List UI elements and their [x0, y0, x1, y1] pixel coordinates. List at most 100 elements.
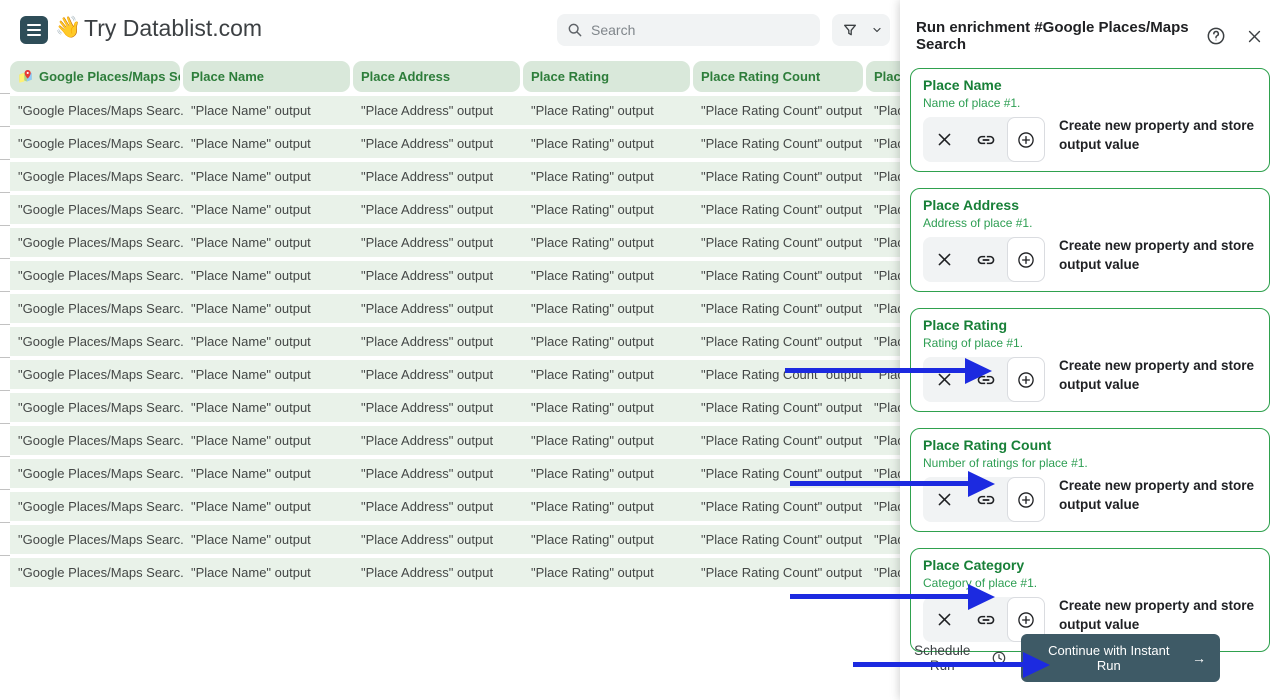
- table-cell[interactable]: "Place: [866, 558, 900, 587]
- column-header-place-rating[interactable]: Place Rating: [523, 61, 690, 92]
- table-cell[interactable]: "Place Rating Count" output: [693, 525, 866, 554]
- table-cell[interactable]: "Place Address" output: [353, 327, 523, 356]
- table-cell[interactable]: "Place Name" output: [183, 558, 353, 587]
- table-cell[interactable]: "Place Name" output: [183, 360, 353, 389]
- table-cell[interactable]: "Place: [866, 393, 900, 422]
- table-cell[interactable]: "Place Rating Count" output: [693, 327, 866, 356]
- table-cell[interactable]: "Google Places/Maps Searc...: [10, 162, 183, 191]
- column-header-place-address[interactable]: Place Address: [353, 61, 520, 92]
- table-cell[interactable]: "Place Rating" output: [523, 261, 693, 290]
- table-cell[interactable]: "Place Rating" output: [523, 558, 693, 587]
- filter-dropdown-button[interactable]: [866, 14, 888, 46]
- table-cell[interactable]: "Place Rating" output: [523, 393, 693, 422]
- table-cell[interactable]: "Google Places/Maps Searc...: [10, 294, 183, 323]
- table-cell[interactable]: "Place Name" output: [183, 426, 353, 455]
- table-cell[interactable]: "Place: [866, 492, 900, 521]
- table-cell[interactable]: "Place Rating Count" output: [693, 558, 866, 587]
- table-cell[interactable]: "Google Places/Maps Searc...: [10, 129, 183, 158]
- table-cell[interactable]: "Place Name" output: [183, 327, 353, 356]
- table-cell[interactable]: "Place Address" output: [353, 360, 523, 389]
- table-cell[interactable]: "Google Places/Maps Searc...: [10, 459, 183, 488]
- column-header-place-category[interactable]: Place: [866, 61, 900, 92]
- table-cell[interactable]: "Google Places/Maps Searc...: [10, 426, 183, 455]
- help-button[interactable]: [1206, 26, 1226, 46]
- table-cell[interactable]: "Place Address" output: [353, 162, 523, 191]
- table-cell[interactable]: "Place Name" output: [183, 228, 353, 257]
- create-property-button[interactable]: [1007, 357, 1045, 402]
- table-cell[interactable]: "Place Rating Count" output: [693, 228, 866, 257]
- table-cell[interactable]: "Google Places/Maps Searc...: [10, 525, 183, 554]
- table-cell[interactable]: "Place Address" output: [353, 294, 523, 323]
- map-property-button[interactable]: [965, 237, 1007, 282]
- table-cell[interactable]: "Place Name" output: [183, 525, 353, 554]
- table-cell[interactable]: "Place Address" output: [353, 129, 523, 158]
- table-cell[interactable]: "Place: [866, 129, 900, 158]
- table-cell[interactable]: "Place Address" output: [353, 459, 523, 488]
- search-box[interactable]: [557, 14, 820, 46]
- table-cell[interactable]: "Google Places/Maps Searc...: [10, 393, 183, 422]
- table-cell[interactable]: "Place Address" output: [353, 195, 523, 224]
- table-cell[interactable]: "Place: [866, 195, 900, 224]
- table-cell[interactable]: "Place Rating Count" output: [693, 96, 866, 125]
- table-cell[interactable]: "Google Places/Maps Searc...: [10, 261, 183, 290]
- map-property-button[interactable]: [965, 117, 1007, 162]
- table-cell[interactable]: "Place: [866, 360, 900, 389]
- table-cell[interactable]: "Google Places/Maps Searc...: [10, 228, 183, 257]
- table-cell[interactable]: "Place Rating" output: [523, 294, 693, 323]
- table-cell[interactable]: "Place Name" output: [183, 261, 353, 290]
- table-cell[interactable]: "Place Rating Count" output: [693, 426, 866, 455]
- table-cell[interactable]: "Place Address" output: [353, 261, 523, 290]
- close-panel-button[interactable]: [1246, 28, 1263, 45]
- table-cell[interactable]: "Place Rating" output: [523, 426, 693, 455]
- table-cell[interactable]: "Place Rating Count" output: [693, 492, 866, 521]
- table-cell[interactable]: "Google Places/Maps Searc...: [10, 360, 183, 389]
- table-cell[interactable]: "Place Rating" output: [523, 459, 693, 488]
- table-cell[interactable]: "Place Name" output: [183, 96, 353, 125]
- table-cell[interactable]: "Place Address" output: [353, 525, 523, 554]
- table-cell[interactable]: "Place Rating" output: [523, 195, 693, 224]
- table-cell[interactable]: "Place: [866, 327, 900, 356]
- table-cell[interactable]: "Place Rating Count" output: [693, 294, 866, 323]
- table-cell[interactable]: "Place Address" output: [353, 558, 523, 587]
- table-cell[interactable]: "Google Places/Maps Searc...: [10, 96, 183, 125]
- table-cell[interactable]: "Place Address" output: [353, 393, 523, 422]
- table-cell[interactable]: "Place Rating" output: [523, 327, 693, 356]
- table-cell[interactable]: "Place: [866, 162, 900, 191]
- table-cell[interactable]: "Place Rating Count" output: [693, 393, 866, 422]
- table-cell[interactable]: "Place Address" output: [353, 228, 523, 257]
- column-header-place-rating-count[interactable]: Place Rating Count: [693, 61, 863, 92]
- table-cell[interactable]: "Place Name" output: [183, 195, 353, 224]
- table-cell[interactable]: "Place Rating" output: [523, 228, 693, 257]
- table-cell[interactable]: "Place Rating" output: [523, 129, 693, 158]
- table-cell[interactable]: "Place Name" output: [183, 129, 353, 158]
- table-cell[interactable]: "Place: [866, 96, 900, 125]
- create-property-button[interactable]: [1007, 477, 1045, 522]
- table-cell[interactable]: "Place: [866, 426, 900, 455]
- column-header-place-name[interactable]: Place Name: [183, 61, 350, 92]
- table-cell[interactable]: "Place Rating Count" output: [693, 261, 866, 290]
- table-cell[interactable]: "Place: [866, 261, 900, 290]
- table-cell[interactable]: "Place Rating" output: [523, 162, 693, 191]
- table-cell[interactable]: "Google Places/Maps Searc...: [10, 558, 183, 587]
- table-cell[interactable]: "Google Places/Maps Searc...: [10, 327, 183, 356]
- menu-button[interactable]: [20, 16, 48, 44]
- table-cell[interactable]: "Place Rating" output: [523, 360, 693, 389]
- table-cell[interactable]: "Place Rating Count" output: [693, 162, 866, 191]
- table-cell[interactable]: "Place Rating" output: [523, 492, 693, 521]
- column-header-enrichment[interactable]: Google Places/Maps Sea...: [10, 61, 180, 92]
- table-cell[interactable]: "Place Rating Count" output: [693, 195, 866, 224]
- table-cell[interactable]: "Place Address" output: [353, 96, 523, 125]
- table-cell[interactable]: "Place Name" output: [183, 459, 353, 488]
- discard-output-button[interactable]: [923, 117, 965, 162]
- table-cell[interactable]: "Place: [866, 525, 900, 554]
- table-cell[interactable]: "Google Places/Maps Searc...: [10, 195, 183, 224]
- search-input[interactable]: [591, 22, 791, 38]
- continue-instant-run-button[interactable]: Continue with Instant Run →: [1020, 634, 1220, 682]
- table-cell[interactable]: "Place Rating" output: [523, 96, 693, 125]
- table-cell[interactable]: "Place Name" output: [183, 393, 353, 422]
- filter-button[interactable]: [834, 14, 866, 46]
- table-cell[interactable]: "Google Places/Maps Searc...: [10, 492, 183, 521]
- table-cell[interactable]: "Place Address" output: [353, 492, 523, 521]
- table-cell[interactable]: "Place Name" output: [183, 492, 353, 521]
- table-cell[interactable]: "Place Rating Count" output: [693, 129, 866, 158]
